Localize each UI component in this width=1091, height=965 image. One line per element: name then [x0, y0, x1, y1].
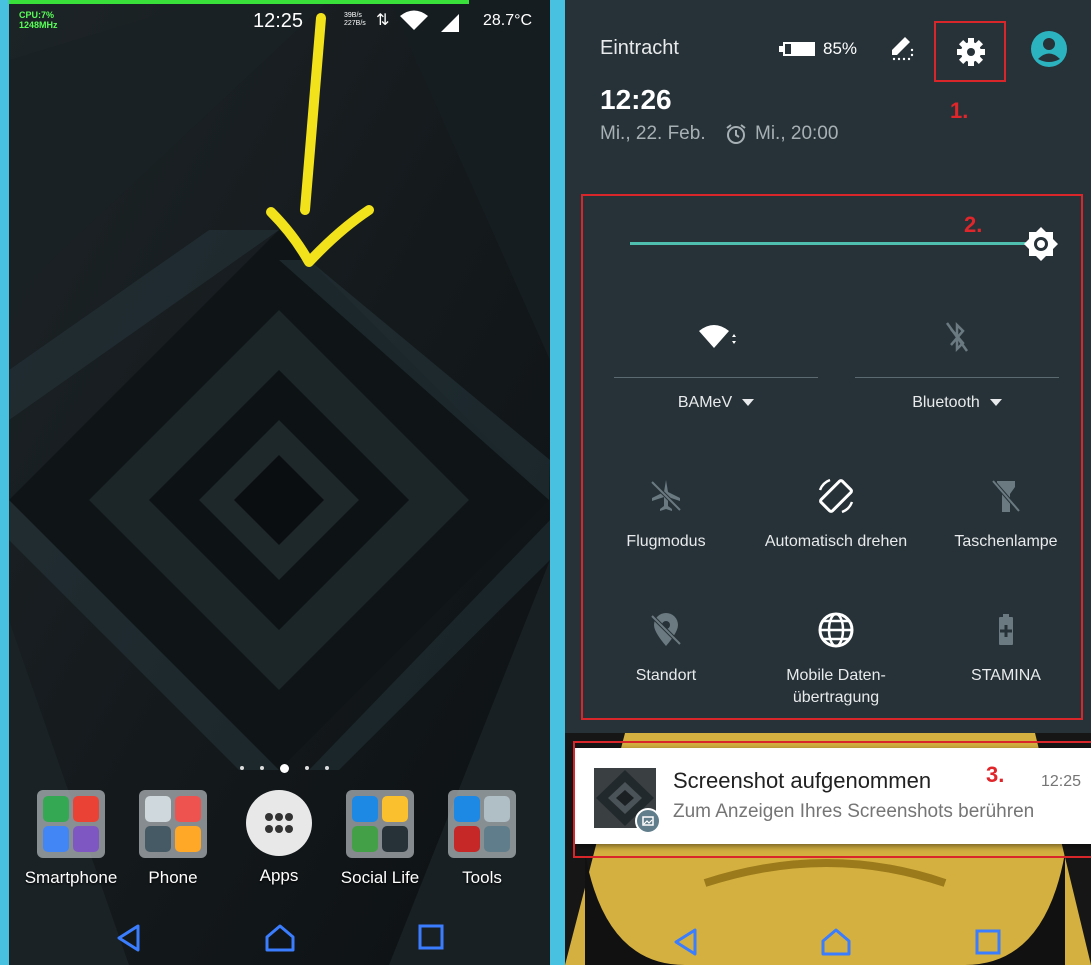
dock-smartphone[interactable]: Smartphone — [21, 790, 121, 888]
tile-auto-rotate[interactable]: Automatisch drehen — [751, 476, 921, 553]
tile-bluetooth[interactable] — [855, 318, 1059, 378]
dock-label: Smartphone — [24, 868, 118, 887]
dock-tools[interactable]: Tools — [432, 790, 532, 888]
shade-date[interactable]: Mi., 22. Feb. — [600, 123, 706, 145]
notification-shade: Eintracht 85% 1. 12:26 Mi., 22. Feb. Mi.… — [565, 0, 1091, 965]
recents-icon[interactable] — [417, 923, 445, 951]
quick-settings-panel: 2. BAMeV Bluetooth Flugmodus Automatisch… — [565, 178, 1091, 733]
tile-stamina[interactable]: STAMINA — [921, 610, 1091, 687]
home-icon[interactable] — [820, 927, 852, 957]
battery-icon — [779, 42, 815, 56]
annotation-2: 2. — [964, 212, 983, 237]
app-drawer-icon — [246, 790, 312, 856]
tile-taschenlampe[interactable]: Taschenlampe — [921, 476, 1091, 553]
tile-wifi[interactable] — [614, 318, 818, 378]
page-indicator — [235, 762, 335, 774]
annotation-box-3 — [573, 741, 1091, 858]
temperature: 28.7°C — [483, 12, 533, 29]
wifi-network-name: BAMeV — [677, 394, 733, 411]
tile-wifi-label[interactable]: BAMeV — [614, 394, 818, 412]
page-dot[interactable] — [240, 766, 244, 770]
gear-icon — [957, 38, 985, 66]
dock-phone[interactable]: Phone — [123, 790, 223, 888]
settings-button[interactable] — [934, 21, 1006, 82]
battery-percentage: 85% — [823, 39, 858, 58]
dock-label: Phone — [148, 868, 198, 887]
tile-standort[interactable]: Standort — [581, 610, 751, 687]
location-off-icon — [650, 613, 682, 646]
alarm-icon — [726, 124, 746, 144]
status-time: 12:25 — [253, 10, 304, 32]
tile-divider — [614, 377, 818, 378]
brightness-slider-track[interactable] — [630, 242, 1035, 245]
tile-bluetooth-label[interactable]: Bluetooth — [855, 394, 1059, 412]
dock-apps[interactable]: Apps — [229, 790, 329, 886]
carrier-name: Eintracht — [600, 37, 679, 59]
auto-rotate-icon — [818, 478, 854, 514]
tile-label: STAMINA — [971, 667, 1041, 684]
status-bar: CPU:7% 1248MHz 12:25 39B/s 227B/s ⇅ 28.7… — [9, 0, 550, 42]
shade-time: 12:26 — [600, 84, 672, 115]
tile-label: Flugmodus — [626, 533, 706, 550]
user-account-icon[interactable] — [1030, 30, 1068, 68]
wifi-icon — [400, 10, 428, 30]
page-dot-active[interactable] — [280, 764, 289, 773]
network-speed: 39B/s 227B/s — [344, 12, 366, 28]
cpu-usage: CPU:7% — [19, 10, 55, 20]
signal-icon — [441, 14, 459, 32]
chevron-down-icon — [989, 399, 1002, 407]
navigation-bar — [9, 905, 550, 965]
tile-flugmodus[interactable]: Flugmodus — [581, 476, 751, 553]
back-icon[interactable] — [671, 927, 701, 957]
tile-label-line: Mobile Daten- — [786, 667, 886, 684]
net-down: 227B/s — [344, 20, 366, 27]
navigation-bar — [565, 915, 1091, 965]
tile-label: Standort — [635, 667, 697, 684]
tile-label: Taschenlampe — [954, 533, 1058, 550]
dock-label: Social Life — [340, 868, 420, 887]
dock: Smartphone Phone Apps Social Life Tools — [9, 790, 550, 900]
chevron-down-icon — [742, 399, 755, 407]
tile-label-line: übertragung — [792, 689, 880, 706]
recents-icon[interactable] — [974, 928, 1002, 956]
data-arrows-icon: ⇅ — [376, 12, 390, 29]
folder-icon — [139, 790, 207, 858]
annotation-1: 1. — [950, 98, 969, 123]
home-screen: CPU:7% 1248MHz 12:25 39B/s 227B/s ⇅ 28.7… — [9, 0, 550, 965]
net-up: 39B/s — [344, 12, 362, 19]
battery-saver-icon — [999, 614, 1013, 645]
dock-label: Apps — [259, 866, 299, 885]
tile-label: Automatisch drehen — [764, 533, 908, 550]
folder-icon — [37, 790, 105, 858]
back-icon[interactable] — [114, 923, 144, 953]
wifi-icon — [699, 325, 736, 348]
shade-header: Eintracht 85% 1. 12:26 Mi., 22. Feb. Mi.… — [565, 0, 1091, 178]
edit-pencil-icon[interactable] — [888, 33, 916, 61]
flashlight-icon — [991, 479, 1021, 513]
battery-line — [9, 0, 469, 4]
page-dot[interactable] — [305, 766, 309, 770]
cpu-frequency: 1248MHz — [19, 20, 58, 30]
dock-social-life[interactable]: Social Life — [330, 790, 430, 888]
tile-label: Mobile Daten- übertragung — [751, 665, 921, 709]
page-dot[interactable] — [325, 766, 329, 770]
folder-icon — [346, 790, 414, 858]
annotation-3: 3. — [986, 762, 1005, 787]
folder-icon — [448, 790, 516, 858]
brightness-thumb-icon[interactable] — [1023, 226, 1059, 262]
airplane-icon — [650, 480, 682, 512]
bluetooth-off-icon — [945, 321, 969, 353]
page-dot[interactable] — [260, 766, 264, 770]
home-icon[interactable] — [264, 923, 296, 953]
cpu-readout: CPU:7% 1248MHz — [19, 10, 58, 30]
dock-label: Tools — [462, 868, 502, 887]
next-alarm[interactable]: Mi., 20:00 — [755, 123, 838, 145]
globe-icon — [818, 612, 854, 648]
tile-mobile-daten[interactable]: Mobile Daten- übertragung — [751, 610, 921, 709]
tile-divider — [855, 377, 1059, 378]
bluetooth-label: Bluetooth — [912, 394, 980, 411]
